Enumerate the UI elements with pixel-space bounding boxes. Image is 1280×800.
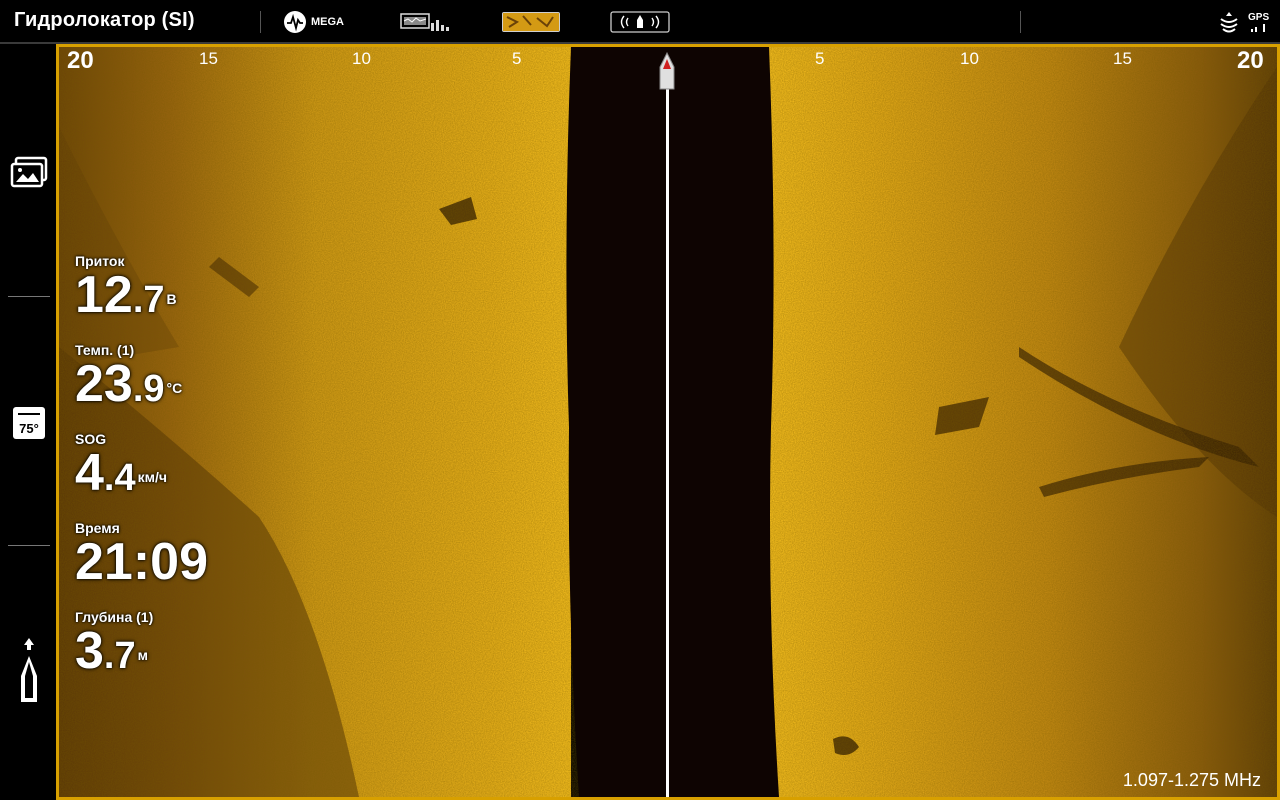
readout-time[interactable]: Время 21:09 [75,520,210,593]
side-imaging-view-button[interactable] [502,0,560,44]
water-temperature-button[interactable]: 75° [8,402,50,444]
readout-speed-over-ground[interactable]: SOG 4.4 км/ч [75,431,167,504]
range-label-left-5: 5 [512,49,522,68]
boat-orientation-button[interactable] [8,636,50,706]
readout-value: 21:09 [75,533,208,591]
sonar-status-button[interactable] [1218,0,1240,44]
range-label-right-10: 10 [960,49,979,68]
mega-label: MEGA [311,16,344,28]
frequency-readout: 1.097-1.275 MHz [1122,770,1261,790]
sonar-image [59,47,1277,797]
sidebar-divider [8,296,50,297]
side-imaging-sonar-view[interactable]: 20 15 10 5 5 10 15 20 Приток 12.7 В Темп.… [56,44,1280,800]
gps-label: GPS [1248,11,1270,23]
temperature-badge: 75° [13,407,45,439]
readout-value: 4.4 км/ч [75,444,168,502]
divider [260,11,261,33]
range-label-left-15: 15 [199,49,218,68]
mega-sonar-button[interactable]: MEGA [284,0,344,44]
sonar-waves-icon [1220,12,1238,33]
range-label-left-10: 10 [352,49,371,68]
page-title[interactable]: Гидролокатор (SI) [14,9,195,32]
range-label-right-5: 5 [815,49,825,68]
top-status-bar: Гидролокатор (SI) MEGA GPS [0,0,1280,44]
readout-voltage[interactable]: Приток 12.7 В [75,253,177,326]
downscan-view-button[interactable] [400,0,452,44]
range-label-left-20: 20 [67,47,94,74]
readout-temperature[interactable]: Темп. (1) 23.9 °C [75,342,182,415]
range-scale: 20 15 10 5 5 10 15 20 [59,47,1277,75]
transducer-signal-icon [610,11,670,33]
readout-depth[interactable]: Глубина (1) 3.7 м [75,609,153,682]
screenshot-gallery-button[interactable] [8,152,50,194]
left-sidebar: 75° [0,46,56,800]
gallery-icon [10,156,48,188]
range-label-right-15: 15 [1113,49,1132,68]
gps-signal-icon [1250,23,1265,32]
mega-waveform-icon [284,11,306,33]
boat-heading-icon [21,638,37,702]
gps-status[interactable]: GPS [1248,0,1269,44]
sidebar-divider [8,545,50,546]
divider [1020,11,1021,33]
readout-value: 3.7 м [75,622,148,680]
transducer-select-button[interactable] [610,0,670,44]
downscan-icon [400,13,449,31]
readout-value: 12.7 В [75,266,177,324]
readout-value: 23.9 °C [75,355,183,413]
side-imaging-thumbnail-icon [502,12,560,32]
range-label-right-20: 20 [1237,47,1264,74]
